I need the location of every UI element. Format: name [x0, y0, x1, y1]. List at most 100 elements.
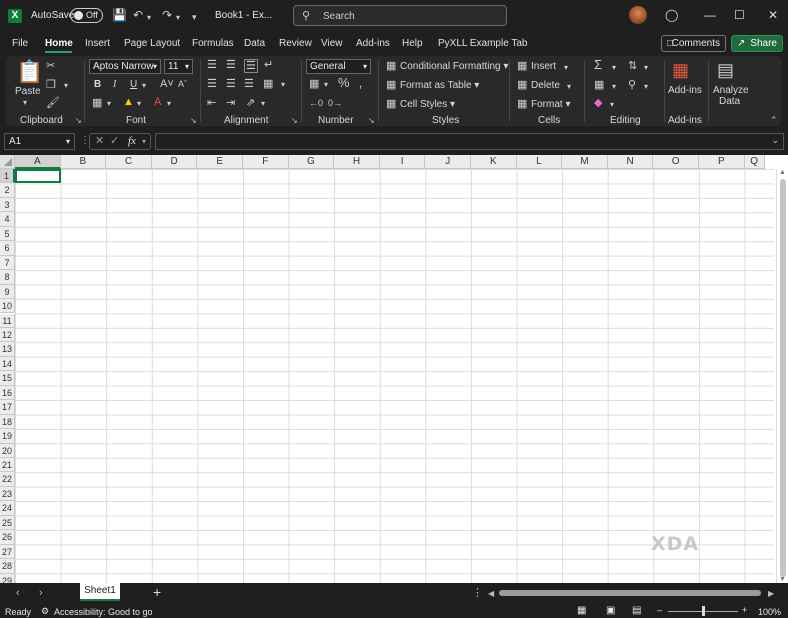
paste-dropdown-icon[interactable]: ▾: [23, 97, 27, 109]
row-header[interactable]: 17: [0, 400, 15, 415]
conditional-formatting-icon[interactable]: ▦: [386, 60, 396, 72]
increase-indent-icon[interactable]: ⇥: [226, 97, 235, 109]
tab-help[interactable]: Help: [402, 38, 423, 49]
analyze-data-icon[interactable]: ▤: [717, 60, 734, 80]
undo-dropdown-icon[interactable]: ▾: [147, 11, 151, 25]
delete-cells-button[interactable]: Delete: [531, 80, 560, 91]
decrease-font-icon[interactable]: Aˆ: [178, 78, 187, 90]
column-header[interactable]: B: [60, 155, 107, 169]
align-left-icon[interactable]: ☰: [207, 78, 217, 90]
avatar[interactable]: [629, 6, 647, 24]
normal-view-icon[interactable]: ▦: [577, 605, 586, 616]
fill-icon[interactable]: ▦: [594, 79, 604, 91]
zoom-out-icon[interactable]: –: [657, 605, 662, 615]
row-header[interactable]: 19: [0, 429, 15, 444]
sort-filter-dropdown-icon[interactable]: ▾: [644, 62, 648, 74]
column-header[interactable]: P: [699, 155, 745, 169]
row-header[interactable]: 14: [0, 356, 15, 372]
row-header[interactable]: 7: [0, 255, 15, 271]
search-box[interactable]: ⚲ Search: [293, 5, 507, 26]
row-header[interactable]: 8: [0, 270, 15, 285]
tab-view[interactable]: View: [321, 38, 343, 49]
analyze-data-label-1[interactable]: Analyze: [713, 85, 749, 96]
row-header[interactable]: 20: [0, 443, 15, 458]
column-header[interactable]: M: [562, 155, 608, 169]
orientation-dropdown-icon[interactable]: ▾: [261, 98, 265, 110]
row-header[interactable]: 10: [0, 299, 15, 314]
autosave-toggle[interactable]: Off: [70, 8, 103, 23]
column-header[interactable]: H: [334, 155, 380, 169]
underline-dropdown-icon[interactable]: ▾: [142, 80, 146, 92]
tab-add-ins[interactable]: Add-ins: [356, 38, 390, 49]
column-header[interactable]: D: [151, 155, 198, 169]
row-header[interactable]: 13: [0, 342, 15, 357]
insert-cells-button[interactable]: Insert: [531, 61, 556, 72]
column-header[interactable]: G: [288, 155, 335, 169]
scroll-down-icon[interactable]: ▼: [779, 576, 786, 583]
align-top-icon[interactable]: ☰: [207, 59, 217, 71]
maximize-icon[interactable]: ☐: [734, 8, 745, 22]
formula-input[interactable]: ⌄: [155, 133, 784, 150]
paste-icon[interactable]: 📋: [16, 60, 43, 84]
row-header[interactable]: 21: [0, 458, 15, 473]
align-bottom-icon[interactable]: ☰: [244, 59, 258, 73]
row-header[interactable]: 26: [0, 530, 15, 545]
merge-center-icon[interactable]: ▦: [263, 78, 273, 90]
insert-dropdown-icon[interactable]: ▾: [564, 62, 568, 74]
tab-page-layout[interactable]: Page Layout: [124, 38, 180, 49]
vertical-scroll-thumb[interactable]: [780, 179, 786, 577]
align-right-icon[interactable]: ☰: [244, 78, 254, 90]
analyze-data-label-2[interactable]: Data: [719, 96, 740, 107]
row-header[interactable]: 15: [0, 371, 15, 386]
row-header[interactable]: 3: [0, 197, 15, 213]
row-header[interactable]: 27: [0, 544, 15, 560]
font-size-select[interactable]: 11 ▾: [164, 59, 193, 74]
delete-dropdown-icon[interactable]: ▾: [567, 81, 571, 93]
row-header[interactable]: 11: [0, 313, 15, 328]
increase-font-icon[interactable]: A˅: [160, 78, 174, 90]
add-sheet-icon[interactable]: +: [153, 585, 161, 599]
column-header[interactable]: K: [471, 155, 517, 169]
customize-toolbar-icon[interactable]: ▾: [192, 10, 197, 24]
sort-filter-icon[interactable]: ⇅: [628, 60, 637, 72]
row-header[interactable]: 12: [0, 327, 15, 343]
italic-button[interactable]: I: [113, 79, 116, 90]
column-header[interactable]: A: [15, 155, 61, 169]
column-header[interactable]: C: [106, 155, 152, 169]
cell-styles-button[interactable]: Cell Styles ▾: [400, 99, 455, 110]
lightbulb-icon[interactable]: ◯: [665, 8, 678, 22]
sheet-options-icon[interactable]: ⋮: [472, 587, 483, 599]
row-header[interactable]: 28: [0, 559, 15, 574]
page-layout-view-icon[interactable]: ▣: [606, 605, 615, 616]
row-header[interactable]: 18: [0, 414, 15, 430]
selected-cell[interactable]: [15, 169, 61, 184]
column-header[interactable]: N: [607, 155, 654, 169]
prev-sheet-icon[interactable]: ‹: [16, 587, 20, 599]
tab-formulas[interactable]: Formulas: [192, 38, 234, 49]
cancel-icon[interactable]: ✕: [95, 134, 104, 149]
name-box[interactable]: A1 ▾: [4, 133, 75, 150]
minimize-icon[interactable]: —: [704, 8, 716, 22]
cell-styles-icon[interactable]: ▦: [386, 98, 396, 110]
number-launcher-icon[interactable]: ↘: [368, 116, 375, 125]
font-color-icon[interactable]: A: [154, 96, 161, 108]
accessibility-icon[interactable]: ⚙: [41, 606, 49, 617]
row-header[interactable]: 2: [0, 183, 15, 198]
tab-review[interactable]: Review: [279, 38, 312, 49]
comments-button[interactable]: □ Comments: [661, 35, 726, 52]
tab-home[interactable]: Home: [45, 38, 73, 49]
enter-icon[interactable]: ✓: [110, 134, 119, 149]
column-header[interactable]: O: [653, 155, 699, 169]
underline-button[interactable]: U: [130, 79, 137, 90]
select-all-button[interactable]: [0, 155, 15, 169]
percent-icon[interactable]: %: [338, 76, 350, 89]
clipboard-launcher-icon[interactable]: ↘: [75, 116, 82, 125]
align-center-icon[interactable]: ☰: [226, 78, 236, 90]
font-name-select[interactable]: Aptos Narrow ▾: [89, 59, 161, 74]
fill-color-icon[interactable]: ▲: [123, 96, 134, 108]
clear-icon[interactable]: ◆: [594, 97, 602, 109]
scroll-up-icon[interactable]: ▲: [779, 169, 786, 176]
row-header[interactable]: 24: [0, 501, 15, 516]
autosum-icon[interactable]: Σ: [594, 58, 602, 71]
find-dropdown-icon[interactable]: ▾: [644, 81, 648, 93]
